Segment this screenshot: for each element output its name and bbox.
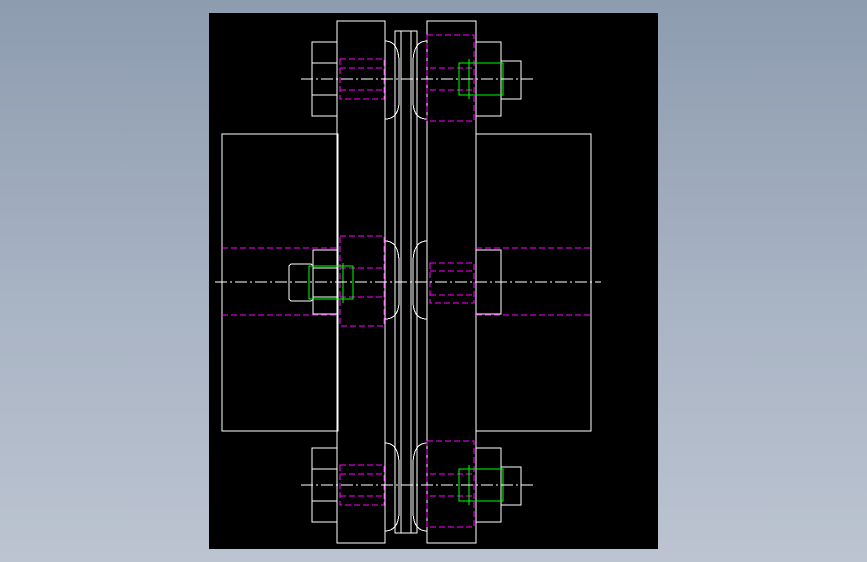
middle-bolt-assembly (222, 235, 591, 327)
center-lines (215, 78, 601, 486)
right-hub (475, 133, 592, 432)
cad-viewport[interactable] (209, 13, 658, 549)
coupling-drawing (215, 20, 601, 544)
